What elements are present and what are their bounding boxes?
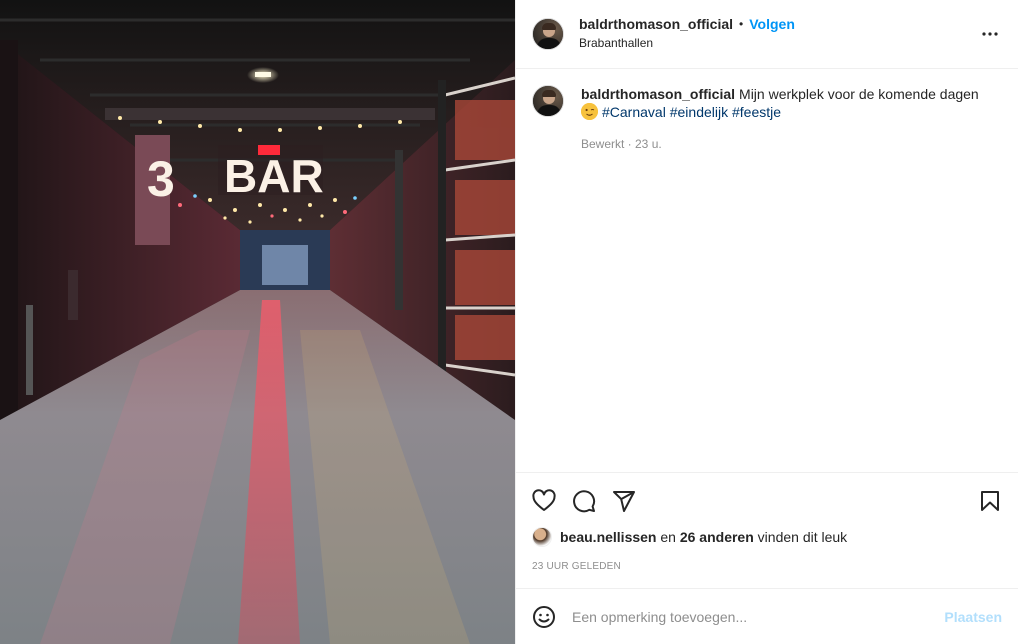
winking-face-emoji-icon bbox=[581, 103, 598, 120]
paper-plane-icon[interactable] bbox=[612, 489, 636, 513]
post-location[interactable]: Brabanthallen bbox=[579, 35, 978, 52]
caption-username[interactable]: baldrthomason_official bbox=[581, 86, 735, 102]
instagram-post: 3 BAR baldrthomason_official • Volgen Br… bbox=[0, 0, 1018, 644]
caption-meta: Bewerkt · 23 u. bbox=[581, 137, 662, 151]
corridor-photo-image: 3 BAR bbox=[0, 0, 515, 644]
author-username[interactable]: baldrthomason_official bbox=[579, 16, 733, 33]
separator-dot: • bbox=[739, 17, 744, 31]
post-photo[interactable]: 3 BAR bbox=[0, 0, 515, 644]
liker-avatar[interactable] bbox=[532, 527, 552, 547]
comments-section: baldrthomason_official Mijn werkplek voor… bbox=[516, 69, 1018, 472]
follow-button[interactable]: Volgen bbox=[749, 16, 795, 33]
post-actions: beau.nellissen en 26 anderen vinden dit … bbox=[516, 472, 1018, 588]
post-side-panel: baldrthomason_official • Volgen Brabanth… bbox=[515, 0, 1018, 644]
caption-avatar[interactable] bbox=[532, 85, 564, 117]
post-header: baldrthomason_official • Volgen Brabanth… bbox=[516, 0, 1018, 69]
action-icons-row bbox=[532, 473, 1002, 525]
hashtag-link[interactable]: #feestje bbox=[732, 104, 781, 120]
heart-icon[interactable] bbox=[532, 489, 556, 513]
hashtag-link[interactable]: #eindelijk bbox=[670, 104, 728, 120]
caption-text: Mijn werkplek voor de komende dagen bbox=[739, 86, 979, 102]
likes-summary: beau.nellissen en 26 anderen vinden dit … bbox=[532, 527, 1002, 547]
sign-number: 3 bbox=[147, 151, 175, 207]
sign-bar-text: BAR bbox=[224, 150, 324, 202]
add-comment-bar: Plaatsen bbox=[516, 588, 1018, 644]
comment-input[interactable] bbox=[572, 608, 945, 625]
likes-and: en bbox=[660, 529, 676, 545]
likes-others-link[interactable]: 26 anderen bbox=[680, 529, 754, 545]
post-timestamp[interactable]: 23 uur geleden bbox=[532, 561, 1002, 572]
likes-suffix: vinden dit leuk bbox=[757, 529, 848, 545]
bookmark-icon[interactable] bbox=[978, 489, 1002, 513]
hashtag-link[interactable]: #Carnaval bbox=[602, 104, 666, 120]
post-comment-button[interactable]: Plaatsen bbox=[944, 609, 1002, 625]
liker-username[interactable]: beau.nellissen bbox=[560, 529, 656, 545]
header-text: baldrthomason_official • Volgen Brabanth… bbox=[579, 16, 978, 52]
author-avatar[interactable] bbox=[532, 18, 564, 50]
caption: baldrthomason_official Mijn werkplek voor… bbox=[532, 85, 1002, 153]
smiley-icon[interactable] bbox=[532, 605, 556, 629]
more-options-icon[interactable] bbox=[978, 22, 1002, 46]
comment-icon[interactable] bbox=[572, 489, 596, 513]
